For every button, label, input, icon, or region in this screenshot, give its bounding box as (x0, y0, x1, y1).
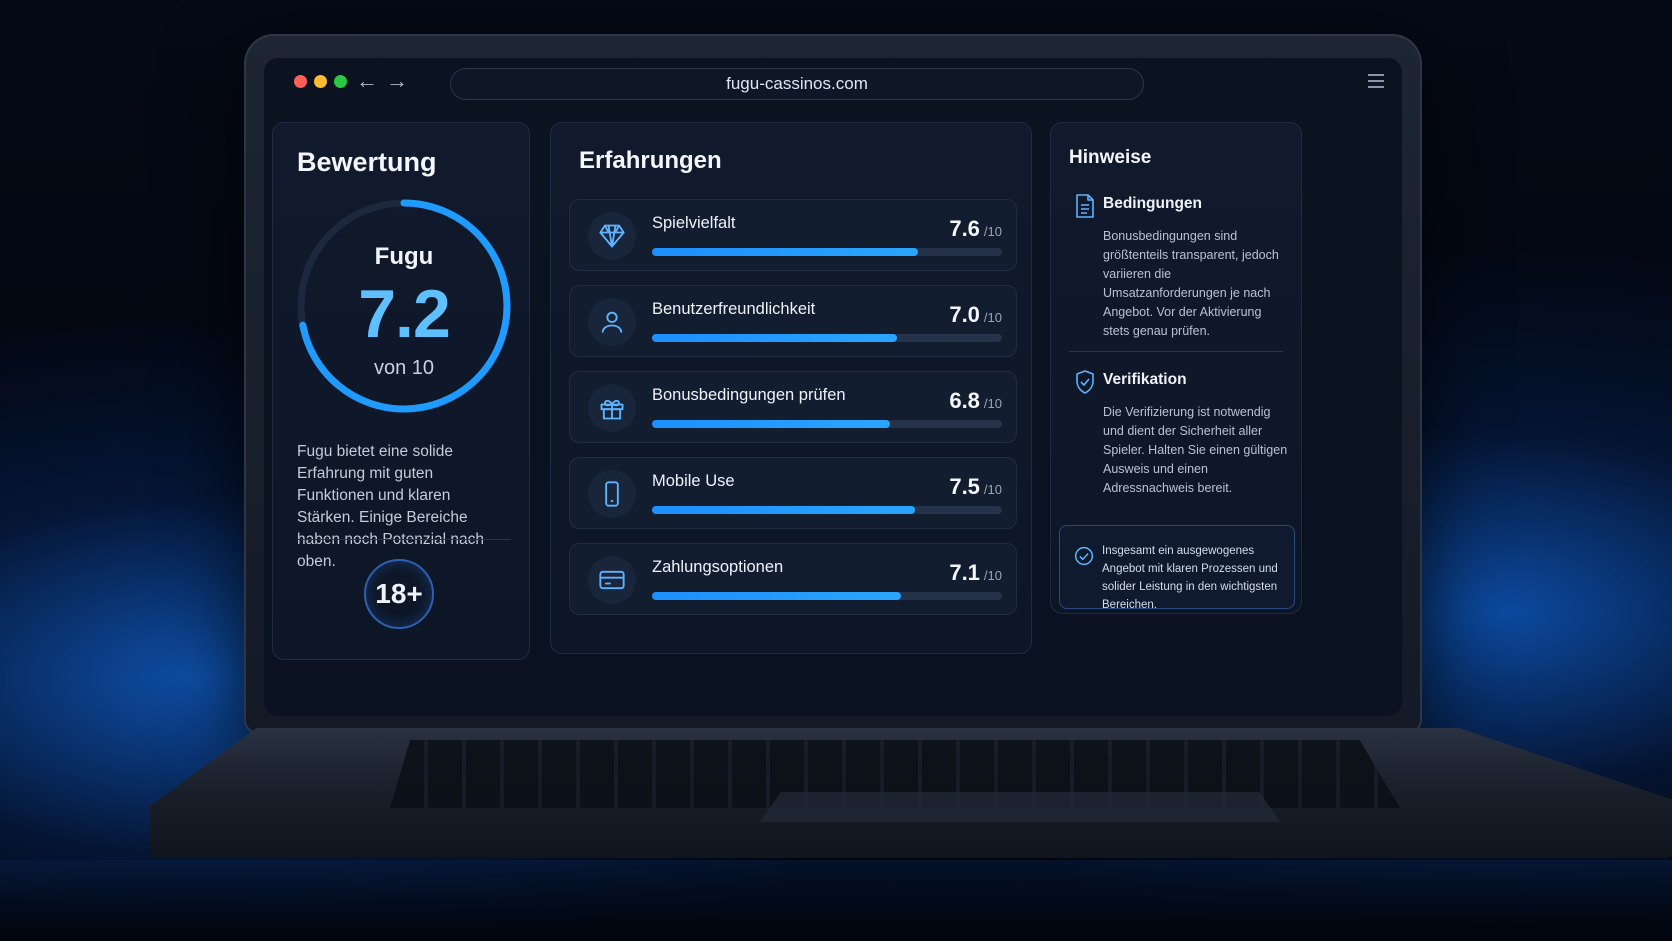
gift-icon (588, 384, 636, 432)
experience-label: Benutzerfreundlichkeit (652, 300, 816, 318)
forward-arrow-icon[interactable]: → (386, 68, 408, 94)
conditions-title: Bedingungen (1103, 195, 1203, 212)
experience-score: 6.8/10 (949, 388, 1002, 413)
credit-card-icon (588, 556, 636, 604)
summary-text: Insgesamt ein ausgewogenes Angebot mit k… (1102, 545, 1278, 611)
verification-title: Verifikation (1103, 371, 1187, 388)
experience-score: 7.5/10 (949, 474, 1002, 499)
floor-reflection (0, 860, 1672, 941)
experience-row[interactable]: Zahlungsoptionen 7.1/10 (569, 543, 1017, 615)
smartphone-icon (588, 470, 636, 518)
rating-panel: Bewertung Fugu 7.2 von 10 Fugu bietet ei… (272, 122, 530, 660)
score-bar-fill (652, 334, 897, 342)
score-bar (652, 420, 1002, 428)
age-restriction-badge: 18+ (364, 559, 434, 629)
score-max-label: von 10 (373, 357, 435, 379)
experience-row[interactable]: Benutzerfreundlichkeit 7.0/10 (569, 285, 1017, 357)
divider (1069, 351, 1283, 352)
score-bar (652, 592, 1002, 600)
divider (297, 539, 511, 540)
experience-row[interactable]: Bonusbedingungen prüfen 6.8/10 (569, 371, 1017, 443)
check-circle-icon (1074, 546, 1094, 571)
experience-label: Mobile Use (652, 472, 735, 490)
url-text: fugu-cassinos.com (726, 74, 868, 93)
back-arrow-icon[interactable]: ← (356, 68, 378, 94)
browser-toolbar: ← → fugu-cassinos.com (264, 58, 1402, 116)
shield-check-icon (1073, 369, 1097, 395)
experience-label: Bonusbedingungen prüfen (652, 386, 846, 404)
experience-score: 7.1/10 (949, 560, 1002, 585)
experiences-title: Erfahrungen (579, 147, 722, 174)
diamond-icon (588, 212, 636, 260)
score-bar (652, 506, 1002, 514)
experience-score: 7.0/10 (949, 302, 1002, 327)
score-bar-fill (652, 248, 918, 256)
score-bar (652, 334, 1002, 342)
notes-panel: Hinweise Bedingungen Bonusbedingungen si… (1050, 122, 1302, 614)
conditions-text: Bonusbedingungen sind größtenteils trans… (1103, 229, 1279, 338)
overall-score: 7.2 (358, 276, 451, 352)
user-icon (588, 298, 636, 346)
minimize-window-dot[interactable] (314, 75, 327, 88)
score-ring: Fugu 7.2 von 10 (293, 195, 515, 417)
maximize-window-dot[interactable] (334, 75, 347, 88)
menu-icon[interactable] (1368, 74, 1384, 88)
score-bar-fill (652, 420, 890, 428)
rating-title: Bewertung (297, 147, 437, 177)
notes-title: Hinweise (1069, 147, 1152, 168)
rating-description: Fugu bietet eine solide Erfahrung mit gu… (297, 443, 485, 570)
score-bar-fill (652, 506, 915, 514)
score-bar (652, 248, 1002, 256)
address-bar[interactable]: fugu-cassinos.com (450, 68, 1144, 100)
summary-box: Insgesamt ein ausgewogenes Angebot mit k… (1059, 525, 1295, 611)
browser-window: ← → fugu-cassinos.com Bewertung Fugu 7.2… (264, 58, 1402, 716)
brand-name: Fugu (374, 243, 434, 270)
experience-label: Zahlungsoptionen (652, 558, 784, 576)
score-bar-fill (652, 592, 901, 600)
document-icon (1073, 193, 1097, 219)
close-window-dot[interactable] (294, 75, 307, 88)
experiences-panel: Erfahrungen Spielvielfalt 7.6/10 Benutze… (550, 122, 1032, 654)
experience-row[interactable]: Spielvielfalt 7.6/10 (569, 199, 1017, 271)
verification-text: Die Verifizierung ist notwendig und dien… (1103, 405, 1288, 495)
experience-label: Spielvielfalt (652, 214, 736, 232)
experience-score: 7.6/10 (949, 216, 1002, 241)
laptop-trackpad (760, 792, 1280, 822)
experience-row[interactable]: Mobile Use 7.5/10 (569, 457, 1017, 529)
